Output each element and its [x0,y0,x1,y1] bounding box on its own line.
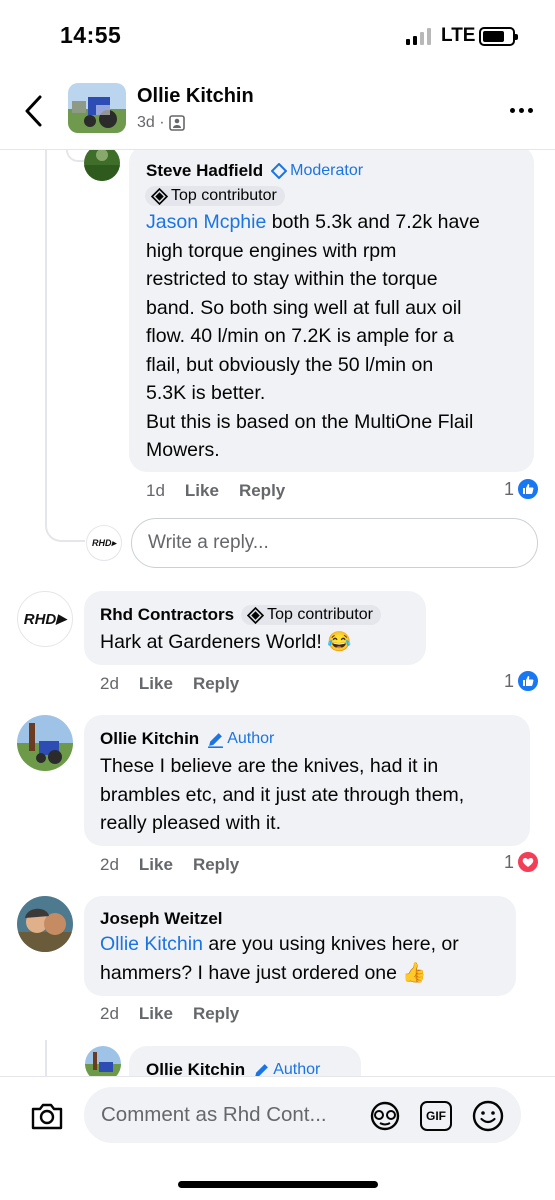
comment-bubble: Steve Hadfield Moderator Top contributor… [129,145,534,472]
comment-text: Jason Mcphie both 5.3k and 7.2k have hig… [146,211,480,461]
network-label: LTE [441,25,476,46]
comment-author[interactable]: Steve Hadfield [146,161,263,181]
avatar[interactable] [17,715,73,771]
comment-author[interactable]: Ollie Kitchin [100,729,199,749]
avatar[interactable] [17,896,73,952]
avatar[interactable]: RHD ▶ [17,591,73,647]
post-time: 3d · [137,114,165,131]
top-contributor-badge: Top contributor [241,605,381,625]
comment-author[interactable]: Rhd Contractors [100,605,234,625]
moderator-badge: Moderator [271,162,363,180]
signal-icon [406,28,431,45]
thread-connector [66,150,84,162]
like-reaction-icon [517,670,540,692]
thread-line [45,150,47,520]
comment-actions: 2d Like Reply [100,855,259,875]
home-indicator [178,1181,378,1188]
comment-time: 1d [146,481,165,500]
comment-actions: 2d Like Reply [100,674,259,694]
reply-button[interactable]: Reply [239,481,285,501]
comment-text: These I believe are the knives, had it i… [100,755,465,834]
comment-time: 2d [100,674,119,693]
mention-link[interactable]: Jason Mcphie [146,211,266,233]
comment-input[interactable]: Comment as Rhd Cont... GIF [84,1087,521,1143]
emoji-icon[interactable] [471,1099,505,1133]
author-badge: Author [207,730,274,748]
love-reaction-icon [517,851,540,873]
post-header: Ollie Kitchin 3d · [0,70,555,150]
back-icon[interactable] [22,94,46,128]
reply-button[interactable]: Reply [193,674,239,694]
reply-button[interactable]: Reply [193,1004,239,1024]
poster-avatar[interactable] [68,83,126,133]
gif-icon[interactable]: GIF [420,1101,452,1131]
friends-icon [168,115,185,131]
battery-icon [479,27,518,46]
like-button[interactable]: Like [139,674,173,694]
top-contributor-badge: Top contributor [145,186,285,206]
reaction-count[interactable]: 1 [504,670,540,692]
status-bar: 14:55 LTE [0,0,555,70]
comment-time: 2d [100,1004,119,1023]
post-meta: 3d · [137,114,185,132]
like-button[interactable]: Like [185,481,219,501]
comment-actions: 1d Like Reply [146,481,305,501]
thread-line [45,1040,47,1080]
comment-author[interactable]: Joseph Weitzel [100,909,223,928]
avatar[interactable] [84,145,120,181]
mention-link[interactable]: Ollie Kitchin [100,933,203,955]
top-contributor-icon [247,606,265,624]
reaction-count[interactable]: 1 [504,478,540,500]
poster-name[interactable]: Ollie Kitchin [137,85,254,108]
comment-bubble: Rhd Contractors Top contributor Hark at … [84,591,426,665]
comment-text: Ollie Kitchin are you using knives here,… [100,933,459,984]
moderator-icon [271,163,288,179]
comment-bubble: Joseph Weitzel Ollie Kitchin are you usi… [84,896,516,996]
comment-time: 2d [100,855,119,874]
comment-composer: Comment as Rhd Cont... GIF [0,1076,555,1200]
comment-bubble: Ollie Kitchin Author These I believe are… [84,715,530,846]
reply-button[interactable]: Reply [193,855,239,875]
reply-input[interactable]: Write a reply... [131,518,538,568]
top-contributor-icon [151,187,168,205]
pencil-icon [208,732,224,748]
avatar-sticker-icon[interactable] [368,1099,402,1133]
status-time: 14:55 [60,22,122,48]
thread-connector [45,500,85,542]
current-user-avatar: RHD ▸ [86,525,122,561]
camera-icon[interactable] [30,1101,64,1131]
like-reaction-icon [517,478,540,500]
like-button[interactable]: Like [139,855,173,875]
comment-actions: 2d Like Reply [100,1004,259,1024]
more-icon[interactable] [510,108,533,113]
comment-text: Hark at Gardeners World! 😂 [100,631,352,653]
like-button[interactable]: Like [139,1004,173,1024]
reaction-count[interactable]: 1 [504,851,540,873]
